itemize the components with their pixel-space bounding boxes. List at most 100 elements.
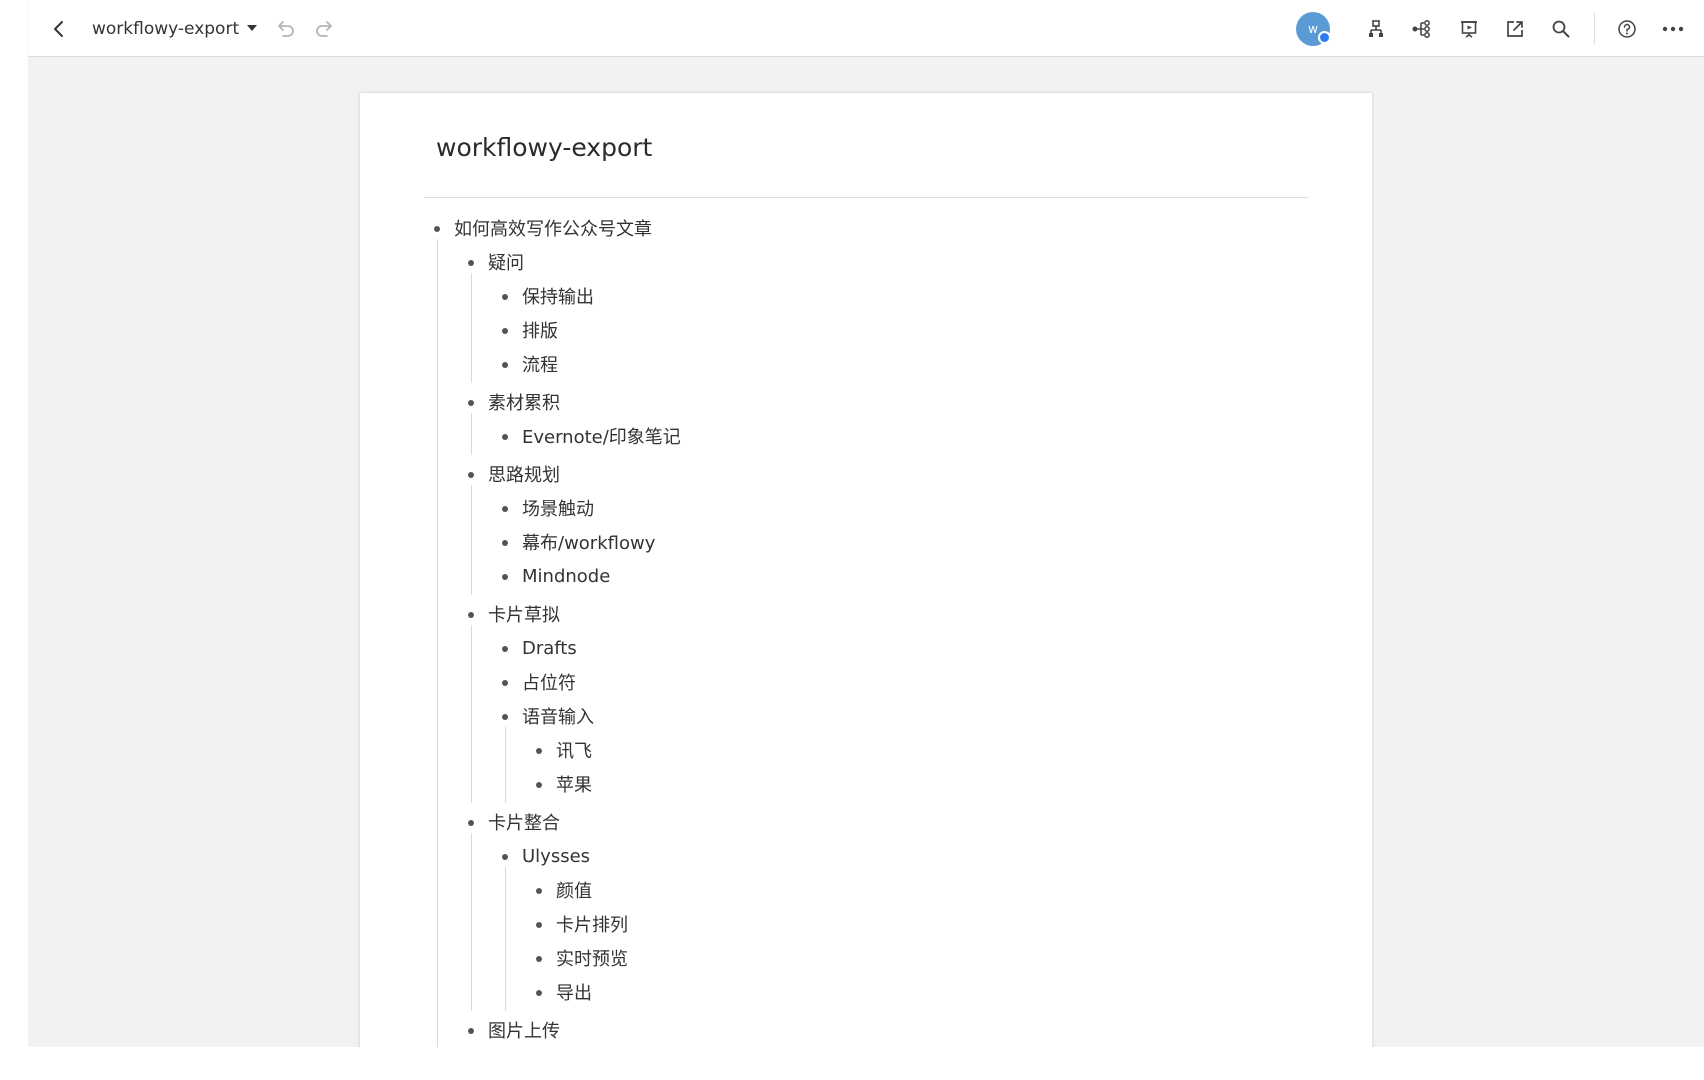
bullet-icon[interactable]: [536, 748, 542, 754]
bullet-icon[interactable]: [502, 680, 508, 686]
bullet-icon[interactable]: [468, 820, 474, 826]
outline-item-text: 卡片草拟: [488, 605, 560, 626]
outline-item-text: 排版: [522, 321, 558, 342]
outline-item[interactable]: Drafts: [424, 631, 1304, 665]
bullet-icon[interactable]: [536, 888, 542, 894]
search-button[interactable]: [1546, 14, 1576, 44]
search-icon: [1551, 19, 1571, 39]
indent-guide-line: [437, 239, 438, 1047]
user-avatar[interactable]: w: [1296, 12, 1331, 46]
outline-item[interactable]: 苹果: [424, 767, 1304, 801]
outline-item[interactable]: 讯飞: [424, 733, 1304, 767]
outline-item[interactable]: 卡片草拟: [424, 597, 1304, 631]
caret-down-icon: [247, 25, 258, 31]
outline-item[interactable]: 卡片排列: [424, 907, 1304, 941]
indent-guide-line: [471, 625, 472, 803]
bullet-icon[interactable]: [502, 574, 508, 580]
outline-item[interactable]: 实时预览: [424, 941, 1304, 975]
outline-item[interactable]: 语音输入: [424, 699, 1304, 733]
outline-item-text: Ulysses: [522, 845, 591, 867]
back-button[interactable]: [44, 14, 74, 44]
presentation-icon: [1458, 18, 1480, 40]
outline-item[interactable]: 颜值: [424, 873, 1304, 907]
bullet-icon[interactable]: [502, 714, 508, 720]
bullet-icon[interactable]: [434, 226, 440, 232]
outline-item-text: 疑问: [488, 253, 524, 274]
outline-item-text: 卡片排列: [556, 915, 628, 936]
outline-item[interactable]: 素材累积: [424, 385, 1304, 419]
mindmap-button[interactable]: [1407, 14, 1437, 44]
indent-guide-line: [505, 867, 506, 1011]
structure-view-button[interactable]: [1361, 14, 1391, 44]
help-icon: [1617, 19, 1637, 39]
redo-button[interactable]: [310, 14, 340, 44]
outline-item-text: 讯飞: [556, 741, 592, 762]
help-button[interactable]: [1612, 14, 1642, 44]
bullet-icon[interactable]: [536, 922, 542, 928]
document-name-dropdown[interactable]: workflowy-export: [92, 14, 258, 44]
mindmap-icon: [1411, 19, 1433, 39]
outline-item[interactable]: 占位符: [424, 665, 1304, 699]
back-icon: [49, 19, 69, 39]
outline-item[interactable]: 场景触动: [424, 491, 1304, 525]
outline-item[interactable]: Ulysses: [424, 839, 1304, 873]
bullet-icon[interactable]: [536, 782, 542, 788]
outline-item-text: 场景触动: [522, 499, 594, 520]
outline-item[interactable]: Mindnode: [424, 559, 1304, 593]
outline-list: 如何高效写作公众号文章疑问保持输出排版流程素材累积 Evernote/印象笔记思路…: [424, 211, 1304, 1047]
document-name: workflowy-export: [92, 19, 240, 39]
outline-item-text: 素材累积: [488, 393, 560, 414]
presentation-button[interactable]: [1454, 14, 1484, 44]
bullet-icon[interactable]: [536, 990, 542, 996]
redo-icon: [314, 18, 336, 40]
outline-item-text: 苹果: [556, 775, 592, 796]
bullet-icon[interactable]: [468, 400, 474, 406]
outline-item[interactable]: 思路规划: [424, 457, 1304, 491]
bullet-icon[interactable]: [468, 1028, 474, 1034]
undo-button[interactable]: [270, 14, 300, 44]
outline-item-text: Drafts: [522, 637, 577, 659]
indent-guide-line: [471, 413, 472, 455]
outline-item-text: 占位符: [522, 673, 576, 694]
outline-item[interactable]: 幕布/workflowy: [424, 525, 1304, 559]
bullet-icon[interactable]: [502, 506, 508, 512]
document-page: workflowy-export 如何高效写作公众号文章疑问保持输出排版流程素材…: [360, 93, 1372, 1047]
more-options-button[interactable]: [1658, 14, 1688, 44]
outline-item[interactable]: 保持输出: [424, 279, 1304, 313]
app-window: workflowy-export w workflowy-export 如何高效…: [0, 0, 1704, 1080]
indent-guide-line: [471, 273, 472, 383]
outline-item[interactable]: 流程: [424, 347, 1304, 381]
toolbar-divider: [1594, 12, 1595, 45]
bullet-icon[interactable]: [502, 646, 508, 652]
outline-item-text: 语音输入: [522, 707, 594, 728]
outline-item-text: Evernote/印象笔记: [522, 427, 681, 448]
outline-item[interactable]: 导出: [424, 975, 1304, 1009]
bullet-icon[interactable]: [502, 434, 508, 440]
outline-item[interactable]: Evernote/印象笔记: [424, 419, 1304, 453]
structure-icon: [1366, 19, 1386, 39]
indent-guide-line: [471, 485, 472, 595]
bullet-icon[interactable]: [502, 854, 508, 860]
bullet-icon[interactable]: [502, 540, 508, 546]
bullet-icon[interactable]: [502, 294, 508, 300]
outline-item-text: Mindnode: [522, 565, 611, 587]
outline-item-text: 保持输出: [522, 287, 594, 308]
bullet-icon[interactable]: [502, 362, 508, 368]
outline-item-text: 思路规划: [488, 465, 560, 486]
outline-item[interactable]: 排版: [424, 313, 1304, 347]
share-export-icon: [1505, 19, 1525, 39]
outline-item[interactable]: 疑问: [424, 245, 1304, 279]
bullet-icon[interactable]: [468, 612, 474, 618]
bullet-icon[interactable]: [468, 472, 474, 478]
bullet-icon[interactable]: [468, 260, 474, 266]
outline-item[interactable]: 图片上传: [424, 1013, 1304, 1047]
outline-item[interactable]: 如何高效写作公众号文章: [424, 211, 1304, 245]
page-title[interactable]: workflowy-export: [436, 133, 652, 162]
outline-item-text: 流程: [522, 355, 558, 376]
indent-guide-line: [471, 833, 472, 1011]
outline-item[interactable]: 卡片整合: [424, 805, 1304, 839]
bullet-icon[interactable]: [502, 328, 508, 334]
share-export-button[interactable]: [1500, 14, 1530, 44]
online-status-dot: [1318, 31, 1331, 44]
bullet-icon[interactable]: [536, 956, 542, 962]
